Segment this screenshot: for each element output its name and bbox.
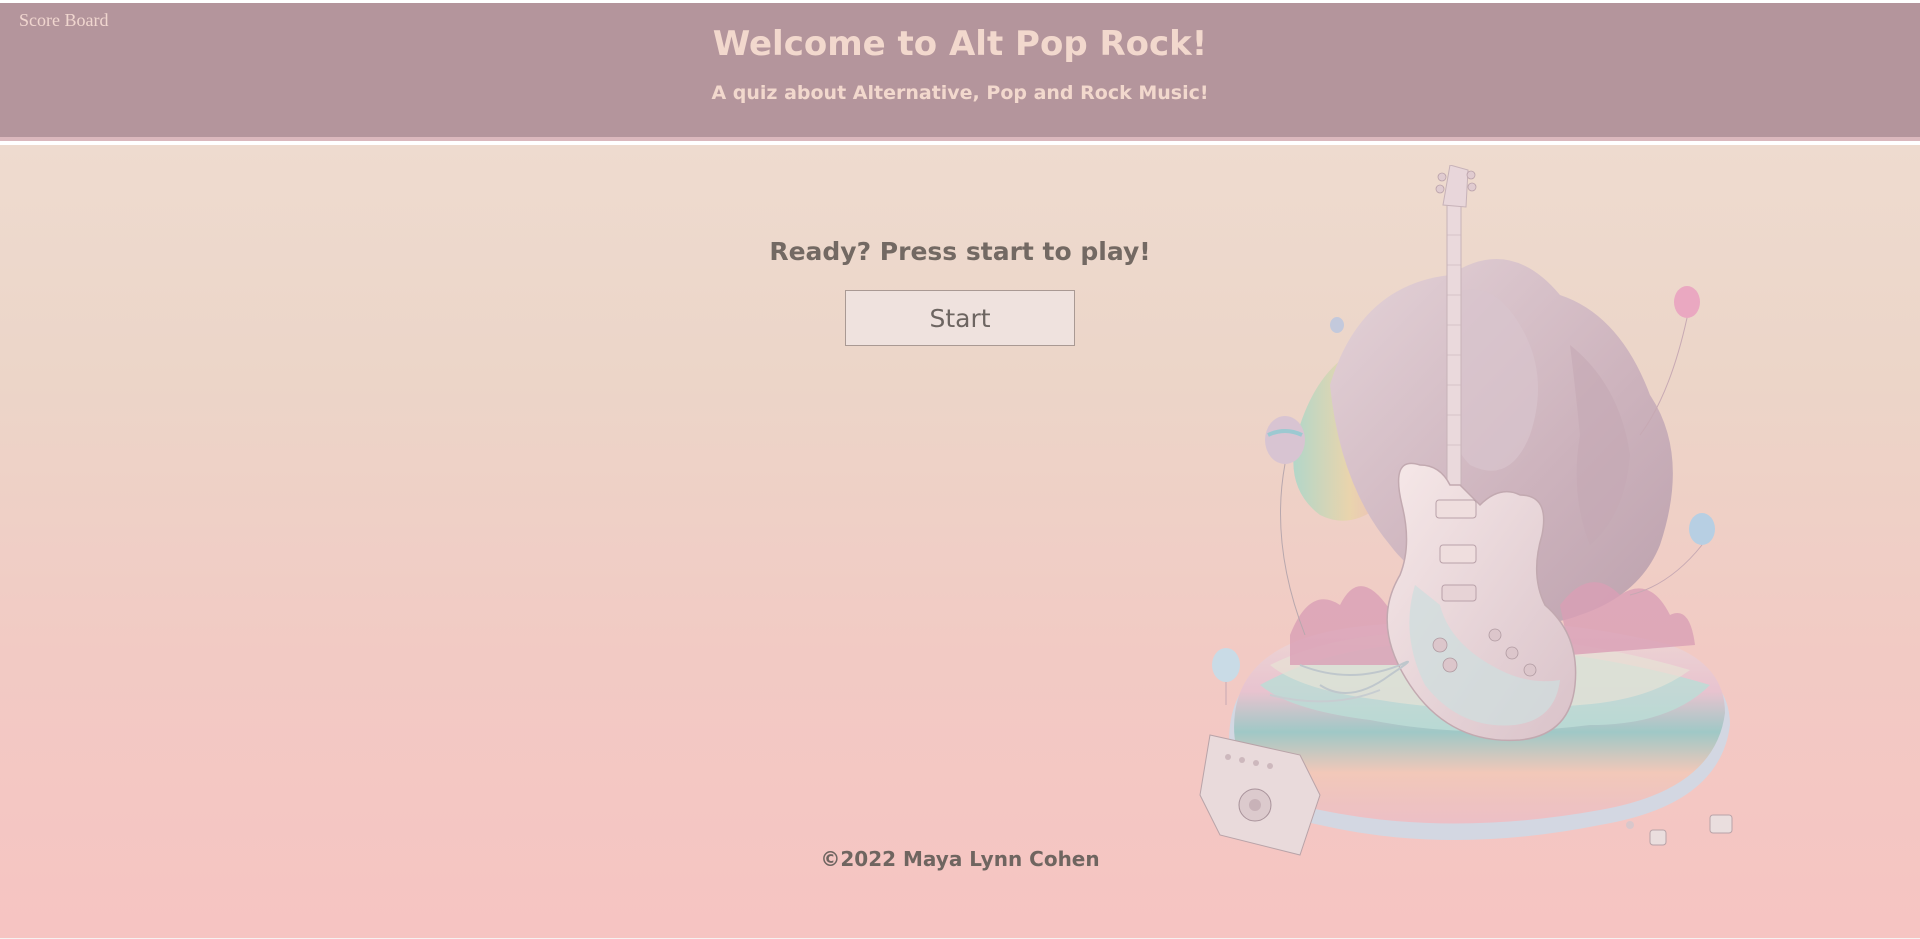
header: Score Board Welcome to Alt Pop Rock! A q… [0, 3, 1920, 141]
site-subtitle: A quiz about Alternative, Pop and Rock M… [711, 82, 1209, 104]
page: Score Board Welcome to Alt Pop Rock! A q… [0, 0, 1920, 939]
guitar-illustration [1199, 165, 1733, 856]
site-title: Welcome to Alt Pop Rock! [712, 24, 1208, 64]
start-button[interactable]: Start [845, 290, 1075, 346]
balloon-left [1265, 416, 1306, 636]
footer-copyright: ©2022 Maya Lynn Cohen [820, 847, 1100, 871]
